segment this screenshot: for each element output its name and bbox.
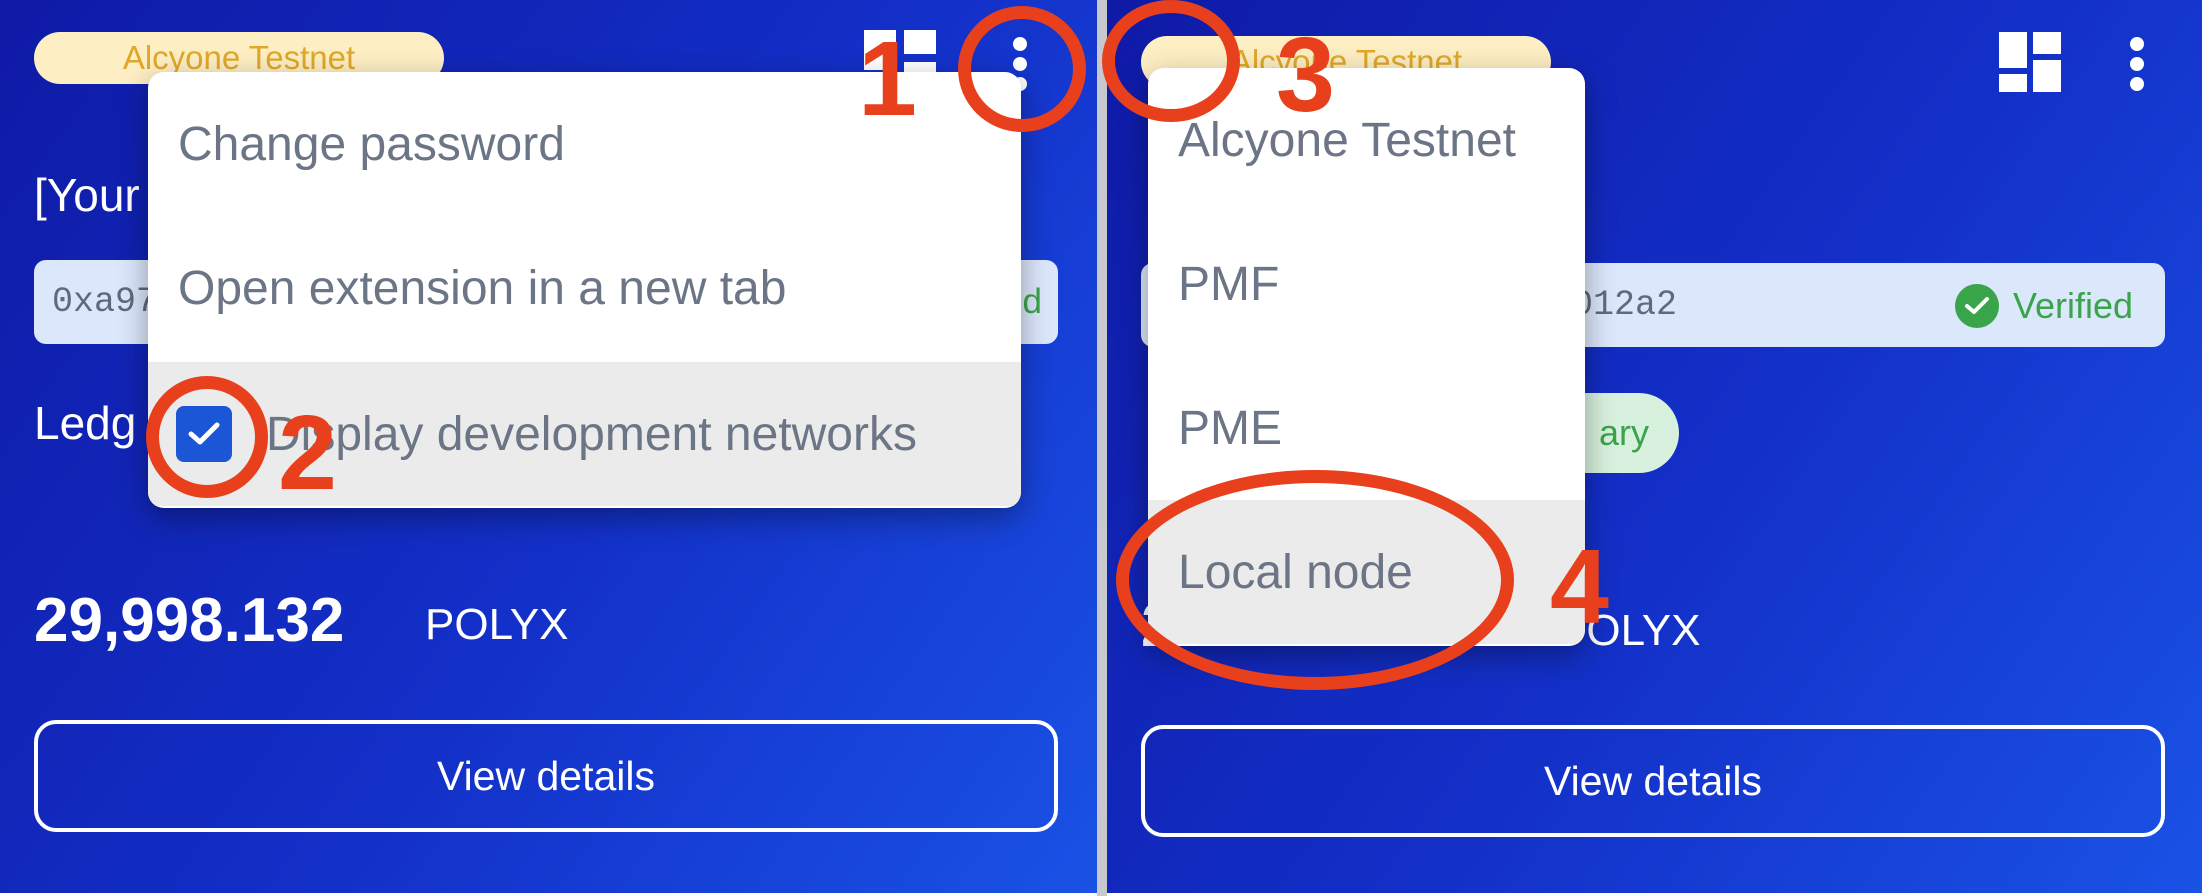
menu-item-label: Change password bbox=[178, 117, 565, 171]
menu-item-label: Open extension in a new tab bbox=[178, 261, 787, 315]
menu-item-open-new-tab[interactable]: Open extension in a new tab bbox=[148, 216, 1021, 360]
balance-unit: POLYX bbox=[425, 600, 569, 649]
menu-item-label: Display development networks bbox=[266, 407, 917, 461]
verified-label: d bbox=[1022, 282, 1042, 321]
verified-status: Verified bbox=[1955, 284, 2133, 328]
account-name: [Your bbox=[34, 169, 140, 221]
network-option-label: PME bbox=[1178, 401, 1283, 455]
more-vertical-icon[interactable] bbox=[2129, 36, 2145, 92]
annotation-step-2: 2 bbox=[278, 394, 337, 512]
annotation-step-3: 3 bbox=[1276, 16, 1335, 134]
annotation-circle-4 bbox=[1116, 470, 1514, 690]
annotation-step-1: 1 bbox=[858, 20, 917, 138]
balance-value: 29,998.132 bbox=[34, 586, 345, 655]
view-details-label: View details bbox=[1543, 757, 1763, 804]
network-option-label: Alcyone Testnet bbox=[1178, 113, 1516, 167]
annotation-circle-1 bbox=[958, 6, 1086, 132]
verified-label: Verified bbox=[2013, 285, 2134, 326]
view-details-label: View details bbox=[436, 752, 656, 799]
address-text: 0xa97 bbox=[52, 282, 158, 322]
view-details-button[interactable]: View details bbox=[34, 720, 1058, 832]
primary-badge-label: ary bbox=[1598, 412, 1649, 453]
annotation-step-4: 4 bbox=[1550, 528, 1609, 646]
panel-divider bbox=[1097, 0, 1107, 896]
annotation-circle-2 bbox=[146, 376, 268, 498]
check-circle-icon bbox=[1955, 284, 1999, 328]
ledger-label: Ledg bbox=[34, 397, 137, 449]
grid-layout-icon[interactable] bbox=[1999, 32, 2063, 94]
annotation-circle-3 bbox=[1102, 0, 1240, 122]
network-option-label: PMF bbox=[1178, 257, 1280, 311]
network-option-pmf[interactable]: PMF bbox=[1148, 212, 1585, 356]
right-panel: Alcyone Testnet d6aa012a2 Verified ary 2… bbox=[1107, 0, 2202, 893]
view-details-button[interactable]: View details bbox=[1141, 725, 2165, 837]
